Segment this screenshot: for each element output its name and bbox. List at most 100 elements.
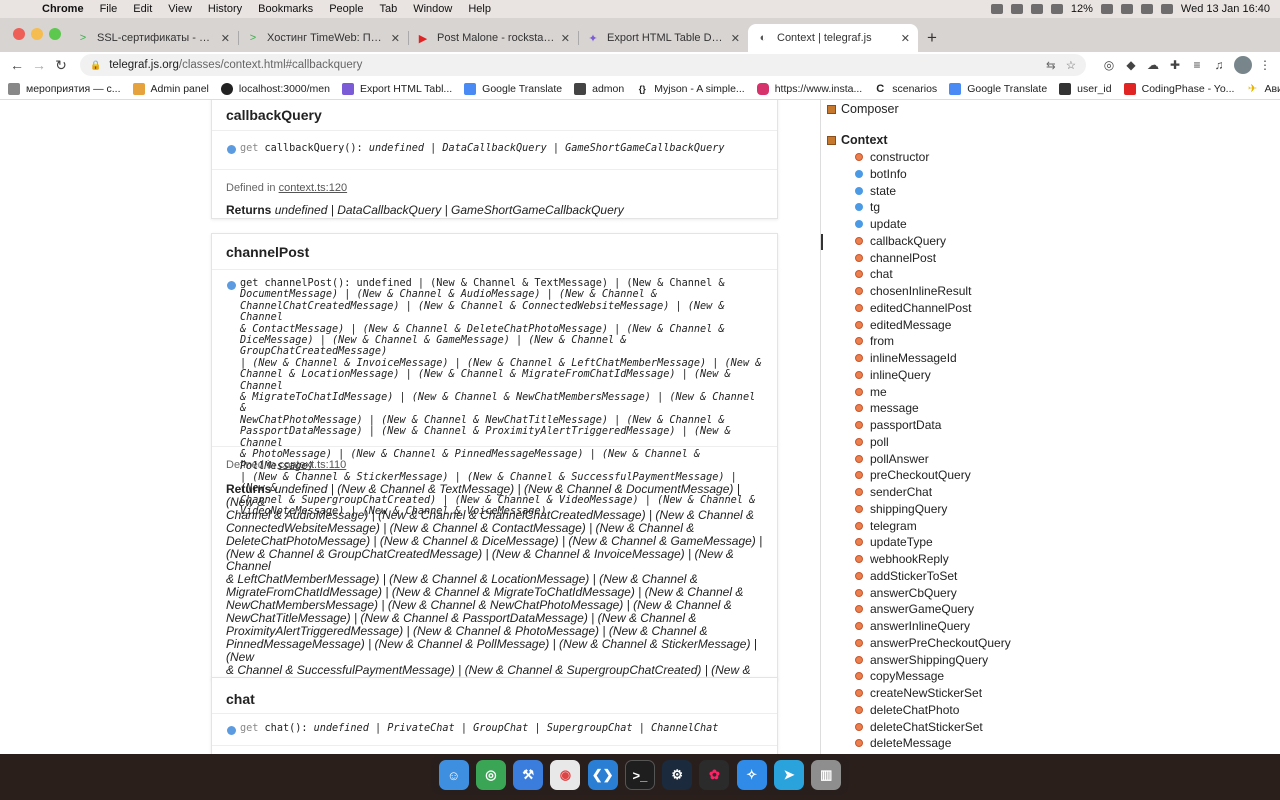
steam-icon[interactable]: ⚙ xyxy=(662,760,693,790)
tab-ssl[interactable]: > SSL-сертификаты - Панель упр ✕ xyxy=(68,24,238,52)
menu-file[interactable]: File xyxy=(92,3,126,15)
bookmark-item[interactable]: {} Myjson - A simple... xyxy=(636,83,745,95)
bookmark-star-icon[interactable]: ☆ xyxy=(1066,58,1076,72)
bookmark-item[interactable]: Google Translate xyxy=(464,82,562,95)
bookmark-item[interactable]: ✈ Авиабилеты xyxy=(1246,83,1280,96)
vscode-icon[interactable]: ❮❯ xyxy=(587,760,618,790)
bookmark-item[interactable]: мероприятия — с... xyxy=(8,82,121,95)
nav-member-senderchat[interactable]: senderChat xyxy=(855,485,932,499)
tab-timeweb[interactable]: > Хостинг TimeWeb: Панель упр ✕ xyxy=(238,24,408,52)
reload-icon[interactable]: ↻ xyxy=(50,57,72,74)
menu-view[interactable]: View xyxy=(160,3,200,15)
telegram-icon[interactable]: ➤ xyxy=(774,760,805,790)
forward-icon[interactable]: → xyxy=(28,57,50,73)
nav-member-answershippingquery[interactable]: answerShippingQuery xyxy=(855,653,988,667)
nav-member-tg[interactable]: tg xyxy=(855,200,880,214)
nav-member-createnewstickerset[interactable]: createNewStickerSet xyxy=(855,686,982,700)
minimize-window-button[interactable] xyxy=(31,28,43,40)
nav-member-answerinlinequery[interactable]: answerInlineQuery xyxy=(855,619,970,633)
nav-member-deletechatphoto[interactable]: deleteChatPhoto xyxy=(855,703,959,717)
close-tab-icon[interactable]: ✕ xyxy=(731,32,740,45)
nav-member-answercbquery[interactable]: answerCbQuery xyxy=(855,586,957,600)
nav-member-botinfo[interactable]: botInfo xyxy=(855,167,907,181)
more-menu-icon[interactable]: ⋮ xyxy=(1256,58,1274,72)
nav-member-passportdata[interactable]: passportData xyxy=(855,418,941,432)
tab-youtube[interactable]: ▶ Post Malone - rockstar ft. 21 S ✕ xyxy=(408,24,578,52)
back-icon[interactable]: ← xyxy=(6,57,28,73)
xcode-icon[interactable]: ⚒ xyxy=(513,760,544,790)
nav-member-deletechatstickerset[interactable]: deleteChatStickerSet xyxy=(855,720,983,734)
bookmark-item[interactable]: Google Translate xyxy=(949,82,1047,95)
menu-history[interactable]: History xyxy=(200,3,250,15)
nav-member-webhookreply[interactable]: webhookReply xyxy=(855,552,949,566)
close-window-button[interactable] xyxy=(13,28,25,40)
bookmark-item[interactable]: https://www.insta... xyxy=(756,82,862,95)
nav-member-choseninlineresult[interactable]: chosenInlineResult xyxy=(855,284,971,298)
status-icon[interactable] xyxy=(990,4,1003,14)
nav-member-answergamequery[interactable]: answerGameQuery xyxy=(855,602,974,616)
nav-member-me[interactable]: me xyxy=(855,385,887,399)
nav-member-telegram[interactable]: telegram xyxy=(855,519,917,533)
finder-icon[interactable]: ☺ xyxy=(438,760,469,790)
battery-icon[interactable] xyxy=(1100,4,1113,14)
nav-member-state[interactable]: state xyxy=(855,184,896,198)
close-tab-icon[interactable]: ✕ xyxy=(561,32,570,45)
volume-icon[interactable] xyxy=(1050,4,1063,14)
nav-class-context[interactable]: Context xyxy=(827,133,888,147)
nav-member-pollanswer[interactable]: pollAnswer xyxy=(855,452,929,466)
zoom-window-button[interactable] xyxy=(49,28,61,40)
tab-context-telegraf[interactable]: ◐ Context | telegraf.js ✕ xyxy=(748,24,918,52)
source-link[interactable]: context.ts:120 xyxy=(279,182,348,194)
bookmark-item[interactable]: CodingPhase - Yo... xyxy=(1123,82,1234,95)
search-icon[interactable] xyxy=(1140,4,1153,14)
avatar[interactable] xyxy=(1234,56,1252,74)
menu-bookmarks[interactable]: Bookmarks xyxy=(250,3,321,15)
nav-member-copymessage[interactable]: copyMessage xyxy=(855,669,944,683)
bookmark-item[interactable]: user_id xyxy=(1059,82,1112,95)
bookmark-item[interactable]: admon xyxy=(574,82,624,95)
maps-icon[interactable]: ◎ xyxy=(475,760,506,790)
extension-icon[interactable]: ◆ xyxy=(1122,58,1140,72)
status-icon[interactable] xyxy=(1010,4,1023,14)
nav-member-updatetype[interactable]: updateType xyxy=(855,535,933,549)
extension-icon[interactable]: ☁ xyxy=(1144,58,1162,72)
nav-member-precheckoutquery[interactable]: preCheckoutQuery xyxy=(855,468,971,482)
menu-app[interactable]: Chrome xyxy=(34,3,92,15)
menu-people[interactable]: People xyxy=(321,3,371,15)
nav-member-poll[interactable]: poll xyxy=(855,435,889,449)
clock[interactable]: Wed 13 Jan 16:40 xyxy=(1181,3,1270,15)
translate-icon[interactable]: ⇆ xyxy=(1046,58,1056,72)
new-tab-button[interactable]: + xyxy=(918,24,946,52)
bookmark-item[interactable]: localhost:3000/men xyxy=(220,82,330,95)
nav-member-constructor[interactable]: constructor xyxy=(855,150,929,164)
lock-icon[interactable]: 🔒 xyxy=(90,60,101,71)
reading-list-icon[interactable]: ≡ xyxy=(1188,58,1206,72)
menu-help[interactable]: Help xyxy=(460,3,499,15)
media-icon[interactable]: ♫ xyxy=(1210,58,1228,72)
nav-member-inlinemessageid[interactable]: inlineMessageId xyxy=(855,351,957,365)
nav-member-editedchannelpost[interactable]: editedChannelPost xyxy=(855,301,971,315)
safari-icon[interactable]: ✧ xyxy=(736,760,767,790)
nav-member-addstickertoset[interactable]: addStickerToSet xyxy=(855,569,957,583)
extension-icon[interactable]: ◎ xyxy=(1100,58,1118,72)
nav-member-shippingquery[interactable]: shippingQuery xyxy=(855,502,947,516)
menu-window[interactable]: Window xyxy=(405,3,460,15)
chrome-icon[interactable]: ◉ xyxy=(550,760,581,790)
nav-member-callbackquery[interactable]: callbackQuery xyxy=(855,234,946,248)
puzzle-icon[interactable]: ✚ xyxy=(1166,58,1184,72)
nav-class-composer[interactable]: Composer xyxy=(827,102,899,116)
close-tab-icon[interactable]: ✕ xyxy=(221,32,230,45)
figma-icon[interactable]: ✿ xyxy=(699,760,730,790)
nav-member-from[interactable]: from xyxy=(855,334,894,348)
nav-member-deletemessage[interactable]: deleteMessage xyxy=(855,736,951,750)
nav-member-message[interactable]: message xyxy=(855,401,919,415)
tab-export-html[interactable]: ✦ Export HTML Table Data to Exc ✕ xyxy=(578,24,748,52)
nav-member-channelpost[interactable]: channelPost xyxy=(855,251,936,265)
nav-member-answerprecheckoutquery[interactable]: answerPreCheckoutQuery xyxy=(855,636,1011,650)
menu-tab[interactable]: Tab xyxy=(371,3,405,15)
nav-member-editedmessage[interactable]: editedMessage xyxy=(855,318,951,332)
nav-member-chat[interactable]: chat xyxy=(855,267,893,281)
close-tab-icon[interactable]: ✕ xyxy=(391,32,400,45)
terminal-icon[interactable]: >_ xyxy=(624,760,655,790)
close-tab-icon[interactable]: ✕ xyxy=(901,32,910,45)
